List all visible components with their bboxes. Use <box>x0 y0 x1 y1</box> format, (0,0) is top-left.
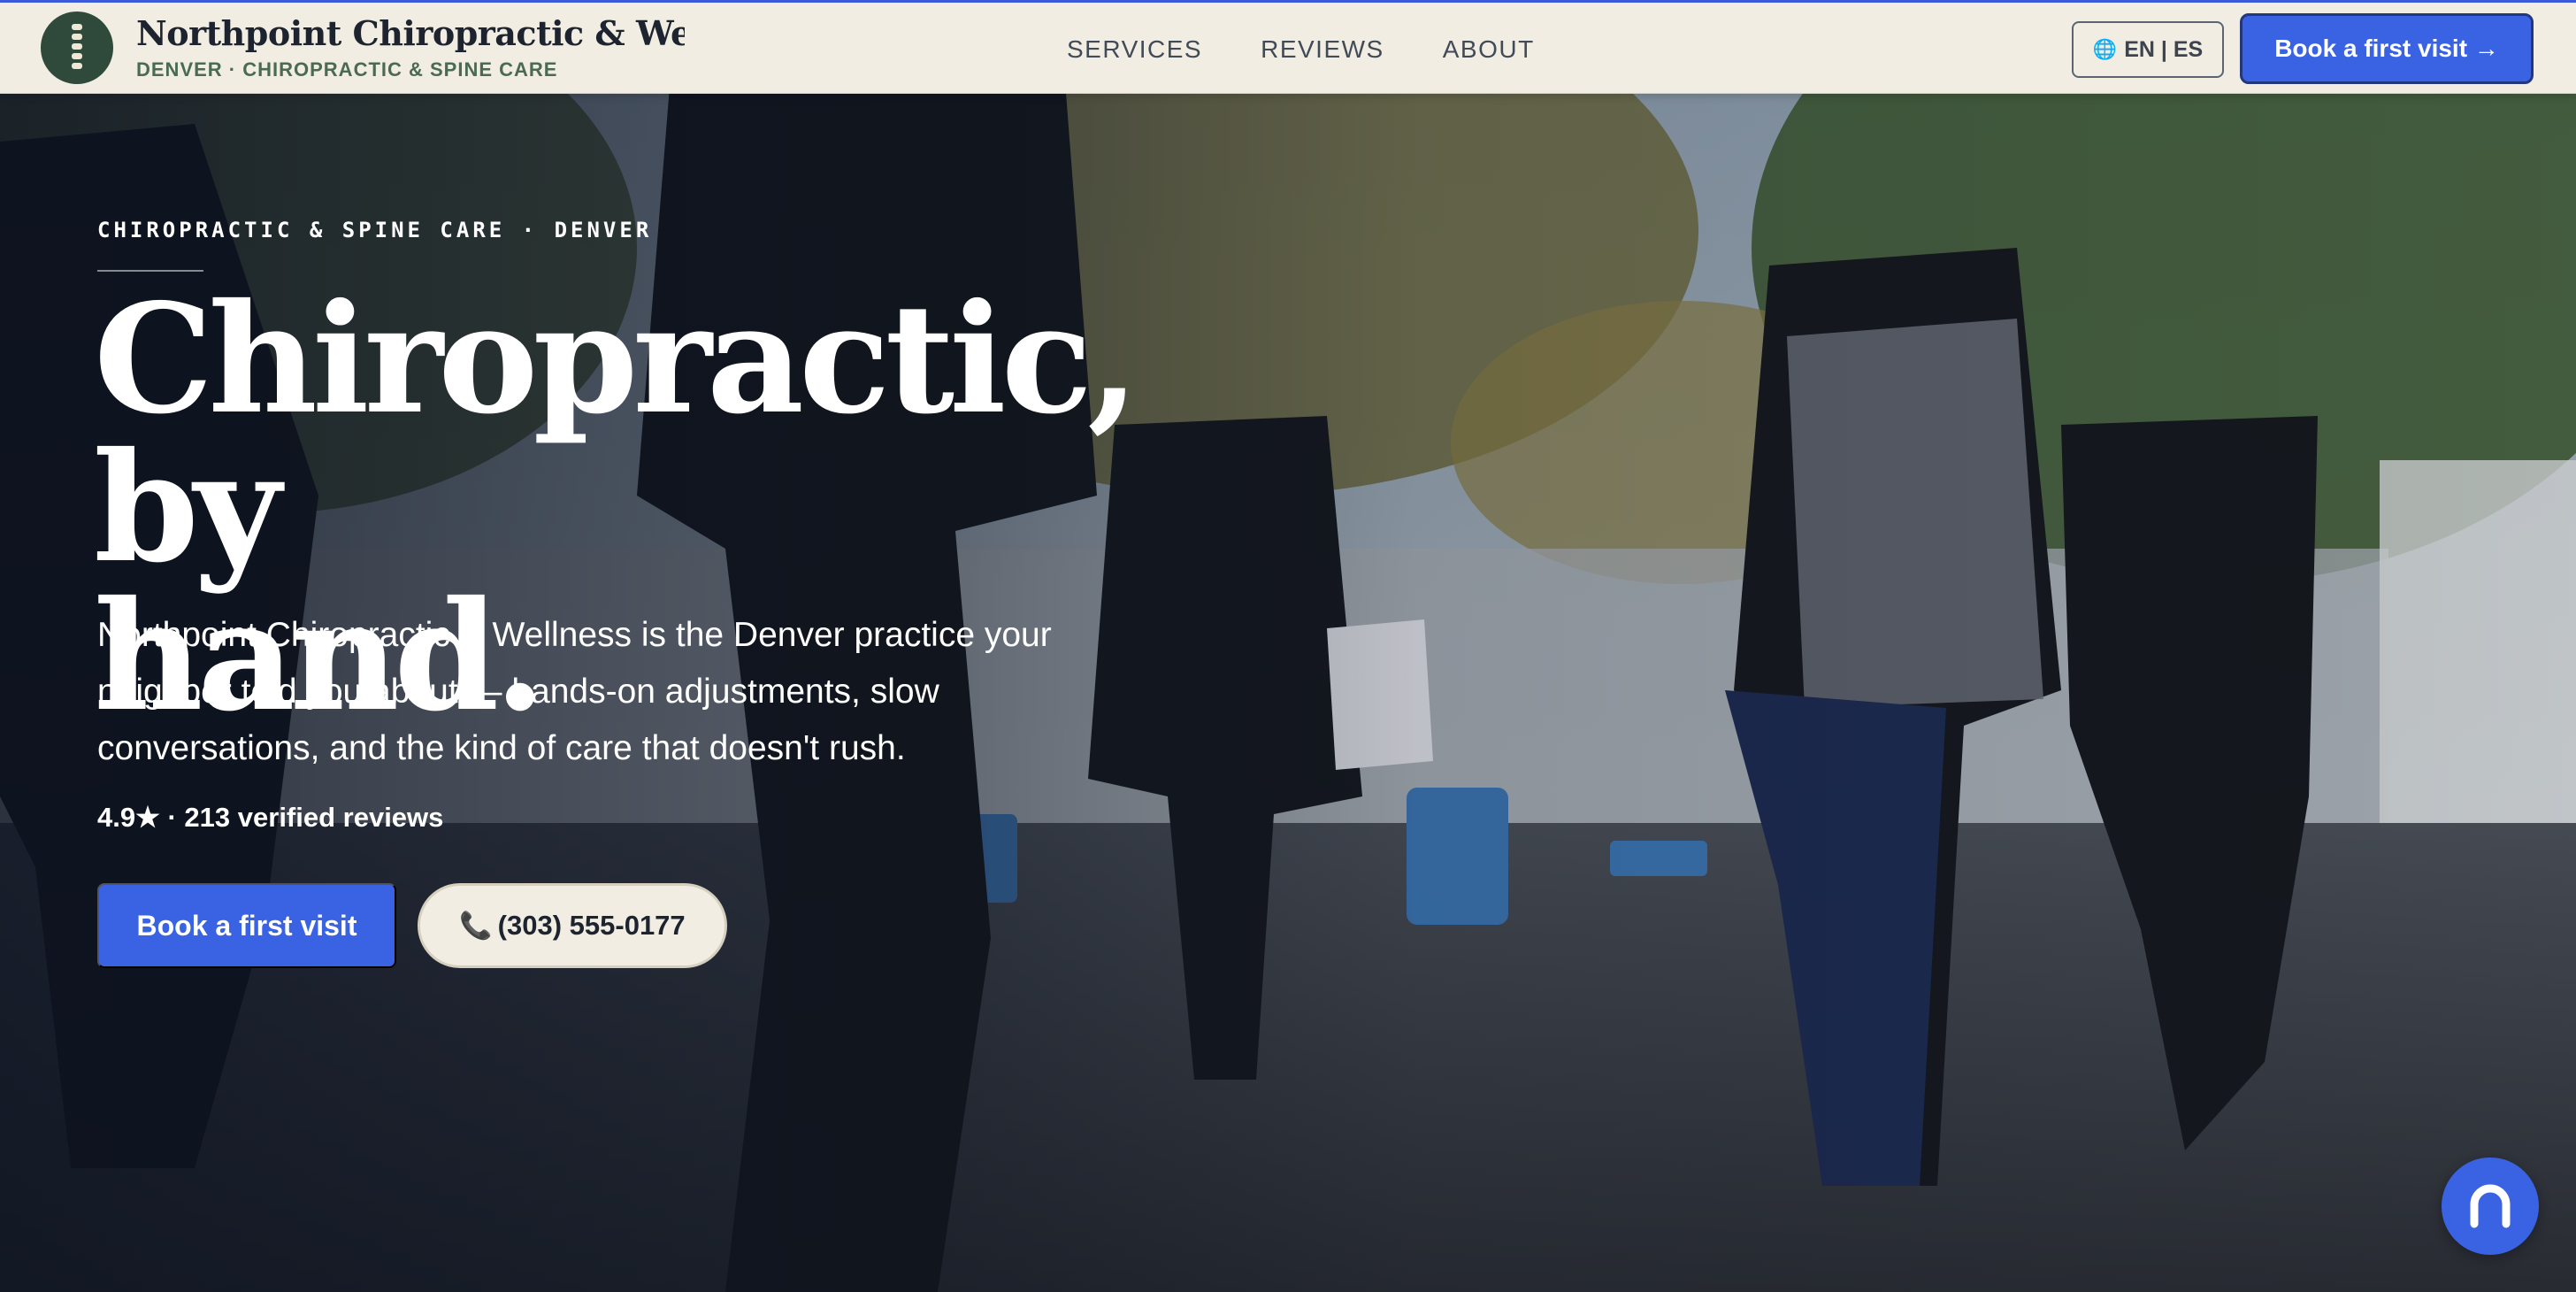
hero-book-visit-button[interactable]: Book a first visit <box>97 883 396 968</box>
brand-home-link[interactable]: Northpoint Chiropractic & Wellne DENVER … <box>41 12 685 84</box>
hero-eyebrow: CHIROPRACTIC & SPINE CARE · DENVER <box>97 218 653 242</box>
header-book-visit-button[interactable]: Book a first visit → <box>2240 13 2534 84</box>
call-phone-button[interactable]: 📞 (303) 555-0177 <box>418 883 727 968</box>
language-toggle-button[interactable]: 🌐 EN | ES <box>2072 21 2224 78</box>
site-header: Northpoint Chiropractic & Wellne DENVER … <box>0 0 2576 94</box>
brand-name: Northpoint Chiropractic & Wellne <box>136 14 685 53</box>
phone-number: (303) 555-0177 <box>497 910 686 941</box>
page: Northpoint Chiropractic & Wellne DENVER … <box>0 0 2576 1292</box>
main-nav: SERVICES REVIEWS ABOUT <box>1067 3 1593 96</box>
nav-link-services[interactable]: SERVICES <box>1067 35 1202 64</box>
phone-icon: 📞 <box>459 911 493 941</box>
hero-description: Northpoint Chiropractic & Wellness is th… <box>97 616 1052 767</box>
chat-launcher-button[interactable] <box>2442 1157 2539 1255</box>
globe-icon: 🌐 <box>2092 38 2118 60</box>
rating-summary: 4.9★ · 213 verified reviews <box>97 802 444 833</box>
hero-headline-line1: Chiropractic, by <box>94 271 1139 596</box>
spine-icon <box>41 12 113 84</box>
brand-tagline: DENVER · CHIROPRACTIC & SPINE CARE <box>136 58 558 81</box>
language-toggle-label: EN | ES <box>2124 36 2204 62</box>
nav-link-reviews[interactable]: REVIEWS <box>1261 35 1384 64</box>
nav-link-about[interactable]: ABOUT <box>1443 35 1535 64</box>
brand-text: Northpoint Chiropractic & Wellne DENVER … <box>136 14 685 81</box>
chat-bubble-icon <box>2470 1184 2511 1228</box>
